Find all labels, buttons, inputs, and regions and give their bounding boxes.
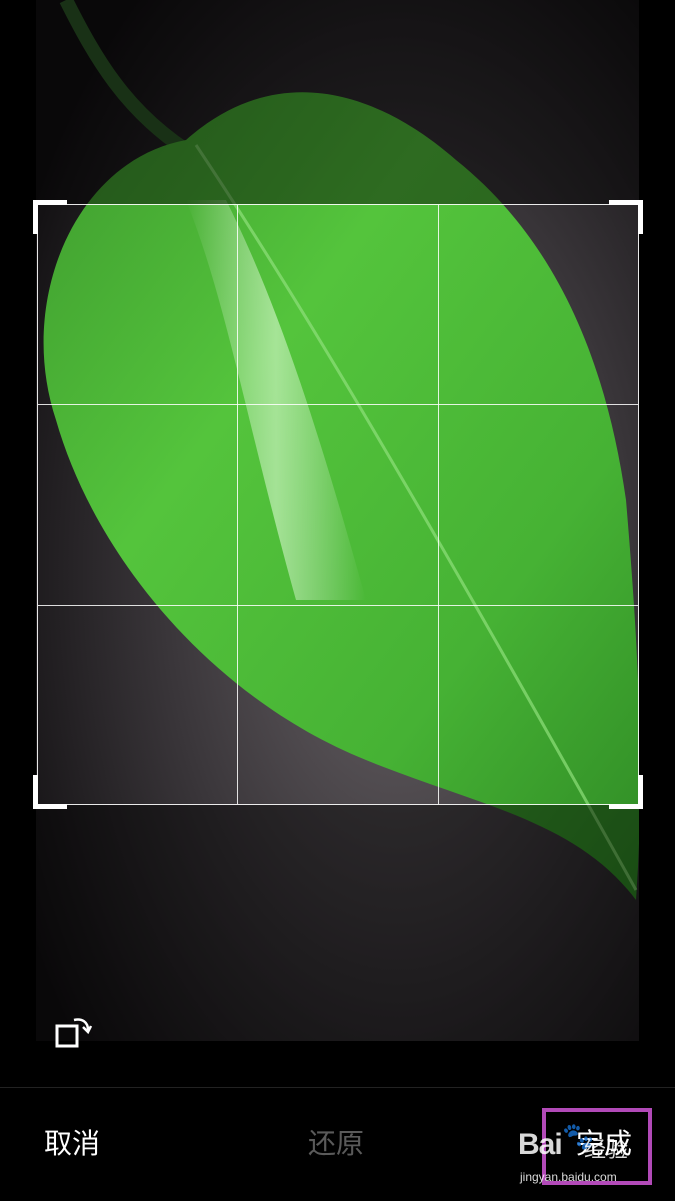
crop-frame[interactable] <box>33 200 643 809</box>
crop-grid-line <box>38 605 638 606</box>
rotate-icon <box>55 1018 93 1048</box>
restore-button[interactable]: 还原 <box>308 1126 364 1162</box>
crop-handle-bottom-left[interactable] <box>33 775 67 809</box>
crop-grid-line <box>237 205 238 804</box>
watermark: Bai 🐾 经验 jingyan.baidu.com <box>518 1122 638 1192</box>
dim-overlay-top <box>36 0 639 204</box>
dim-overlay-bottom <box>36 805 639 1041</box>
cancel-button[interactable]: 取消 <box>44 1126 100 1162</box>
crop-handle-bottom-right[interactable] <box>609 775 643 809</box>
crop-handle-top-right[interactable] <box>609 200 643 234</box>
watermark-logo: Bai <box>518 1128 563 1161</box>
crop-grid-line <box>438 205 439 804</box>
crop-handle-top-left[interactable] <box>33 200 67 234</box>
rotate-button[interactable] <box>50 1010 94 1054</box>
watermark-text: 经验 <box>584 1138 629 1163</box>
watermark-url: jingyan.baidu.com <box>520 1170 617 1184</box>
crop-grid-line <box>38 404 638 405</box>
